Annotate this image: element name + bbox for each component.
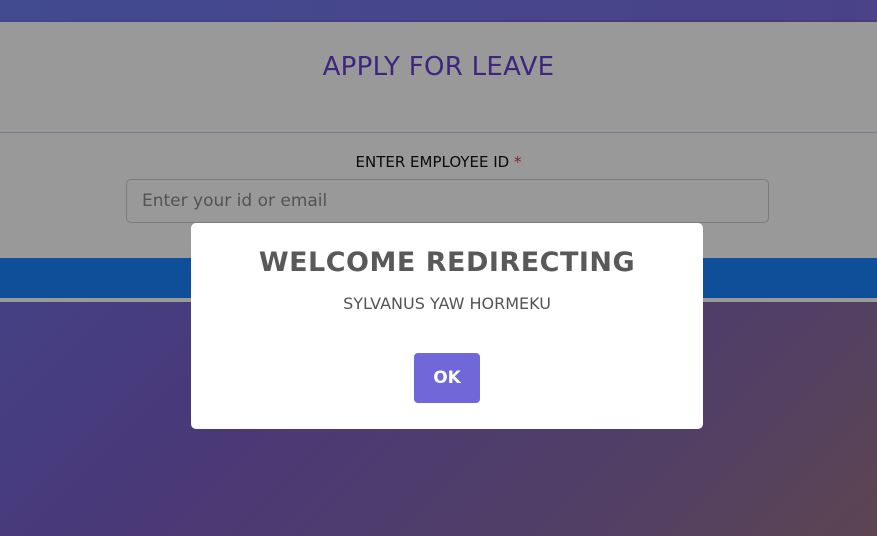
ok-button[interactable]: OK bbox=[414, 353, 480, 403]
dialog-message: SYLVANUS YAW HORMEKU bbox=[343, 294, 551, 313]
welcome-dialog: WELCOME REDIRECTING SYLVANUS YAW HORMEKU… bbox=[191, 223, 703, 429]
dialog-title: WELCOME REDIRECTING bbox=[258, 247, 636, 278]
page-background: APPLY FOR LEAVE ENTER EMPLOYEE ID * WELC… bbox=[0, 0, 877, 536]
